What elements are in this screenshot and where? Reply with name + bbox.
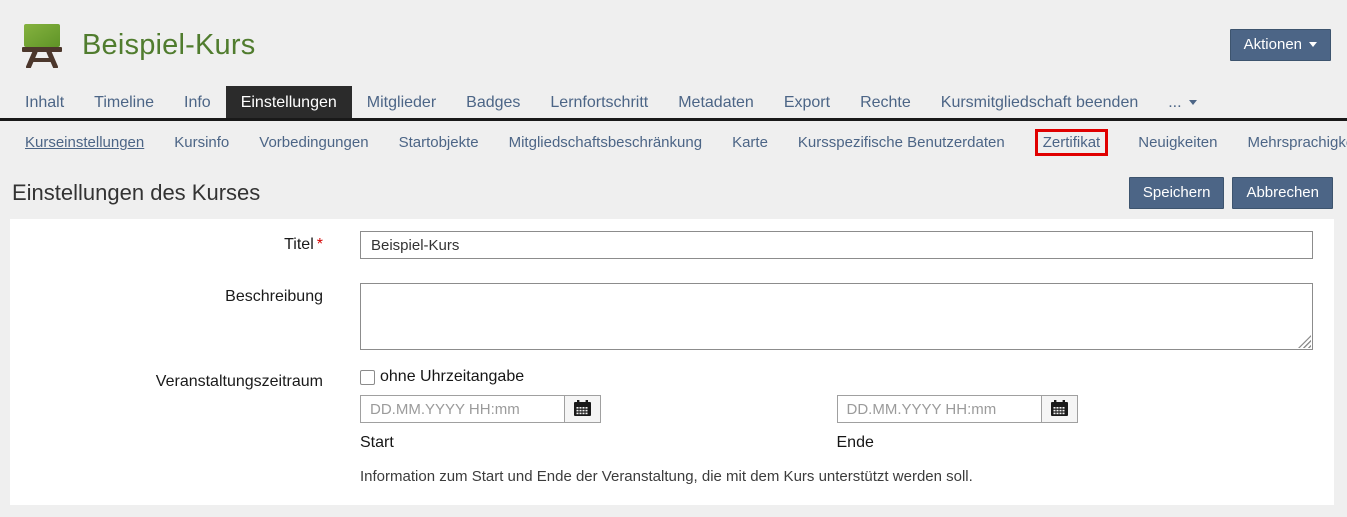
- tab-rechte[interactable]: Rechte: [845, 86, 926, 118]
- subtab-karte[interactable]: Karte: [732, 134, 768, 151]
- tab-metadaten[interactable]: Metadaten: [663, 86, 769, 118]
- caret-down-icon: [1309, 42, 1317, 47]
- description-textarea[interactable]: [360, 283, 1313, 350]
- form-row-description: Beschreibung: [10, 283, 1313, 350]
- title-label: Titel*: [10, 231, 323, 259]
- course-settings-form: Titel* Beschreibung Veranstaltungszeitra…: [10, 219, 1334, 505]
- period-end-group: Ende: [837, 395, 1314, 452]
- subtab-bar: Kurseinstellungen Kursinfo Vorbedingunge…: [0, 121, 1347, 162]
- tab-bar: Inhalt Timeline Info Einstellungen Mitgl…: [0, 86, 1347, 121]
- calendar-icon: [1051, 400, 1068, 419]
- tab-inhalt[interactable]: Inhalt: [10, 86, 79, 118]
- actions-button-label: Aktionen: [1244, 36, 1302, 53]
- tab-overflow-label: ...: [1168, 94, 1181, 111]
- subtab-vorbedingungen[interactable]: Vorbedingungen: [259, 134, 368, 151]
- title-input[interactable]: [360, 231, 1313, 259]
- section-toolbar: Einstellungen des Kurses Speichern Abbre…: [0, 162, 1347, 219]
- subtab-kurseinstellungen[interactable]: Kurseinstellungen: [25, 134, 144, 151]
- course-easel-icon: [22, 23, 62, 68]
- end-caption: Ende: [837, 434, 1314, 452]
- end-date-input[interactable]: [837, 395, 1042, 423]
- calendar-icon: [574, 400, 591, 419]
- page-title: Beispiel-Kurs: [82, 29, 255, 62]
- subtab-mitgliedschaftsbeschraenkung[interactable]: Mitgliedschaftsbeschränkung: [509, 134, 702, 151]
- start-date-input[interactable]: [360, 395, 565, 423]
- subtab-kursspezifische-benutzerdaten[interactable]: Kursspezifische Benutzerdaten: [798, 134, 1005, 151]
- tab-mitglieder[interactable]: Mitglieder: [352, 86, 451, 118]
- description-label: Beschreibung: [10, 283, 323, 350]
- subtab-zertifikat[interactable]: Zertifikat: [1035, 129, 1109, 156]
- subtab-kursinfo[interactable]: Kursinfo: [174, 134, 229, 151]
- section-heading: Einstellungen des Kurses: [12, 180, 1129, 206]
- subtab-mehrsprachigkeit[interactable]: Mehrsprachigkeit: [1247, 134, 1347, 151]
- subtab-neuigkeiten[interactable]: Neuigkeiten: [1138, 134, 1217, 151]
- period-label: Veranstaltungszeitraum: [10, 368, 323, 485]
- subtab-startobjekte[interactable]: Startobjekte: [399, 134, 479, 151]
- start-calendar-button[interactable]: [564, 395, 601, 423]
- page-header: Beispiel-Kurs Aktionen: [0, 0, 1347, 86]
- no-time-checkbox-label[interactable]: ohne Uhrzeitangabe: [380, 368, 524, 386]
- end-calendar-button[interactable]: [1041, 395, 1078, 423]
- save-button[interactable]: Speichern: [1129, 177, 1225, 209]
- tab-info[interactable]: Info: [169, 86, 226, 118]
- no-time-checkbox[interactable]: [360, 370, 375, 385]
- caret-down-icon: [1189, 100, 1197, 105]
- period-start-group: Start: [360, 395, 837, 452]
- period-info-text: Information zum Start und Ende der Veran…: [360, 468, 1313, 485]
- cancel-button[interactable]: Abbrechen: [1232, 177, 1333, 209]
- actions-button[interactable]: Aktionen: [1230, 29, 1331, 61]
- tab-timeline[interactable]: Timeline: [79, 86, 169, 118]
- start-caption: Start: [360, 434, 837, 452]
- tab-overflow-menu[interactable]: ...: [1153, 86, 1206, 118]
- form-row-title: Titel*: [10, 231, 1313, 259]
- tab-badges[interactable]: Badges: [451, 86, 535, 118]
- tab-export[interactable]: Export: [769, 86, 845, 118]
- tab-lernfortschritt[interactable]: Lernfortschritt: [535, 86, 663, 118]
- required-marker: *: [317, 236, 323, 253]
- form-row-period: Veranstaltungszeitraum ohne Uhrzeitangab…: [10, 368, 1313, 485]
- tab-einstellungen[interactable]: Einstellungen: [226, 86, 352, 118]
- tab-kursmitgliedschaft-beenden[interactable]: Kursmitgliedschaft beenden: [926, 86, 1153, 118]
